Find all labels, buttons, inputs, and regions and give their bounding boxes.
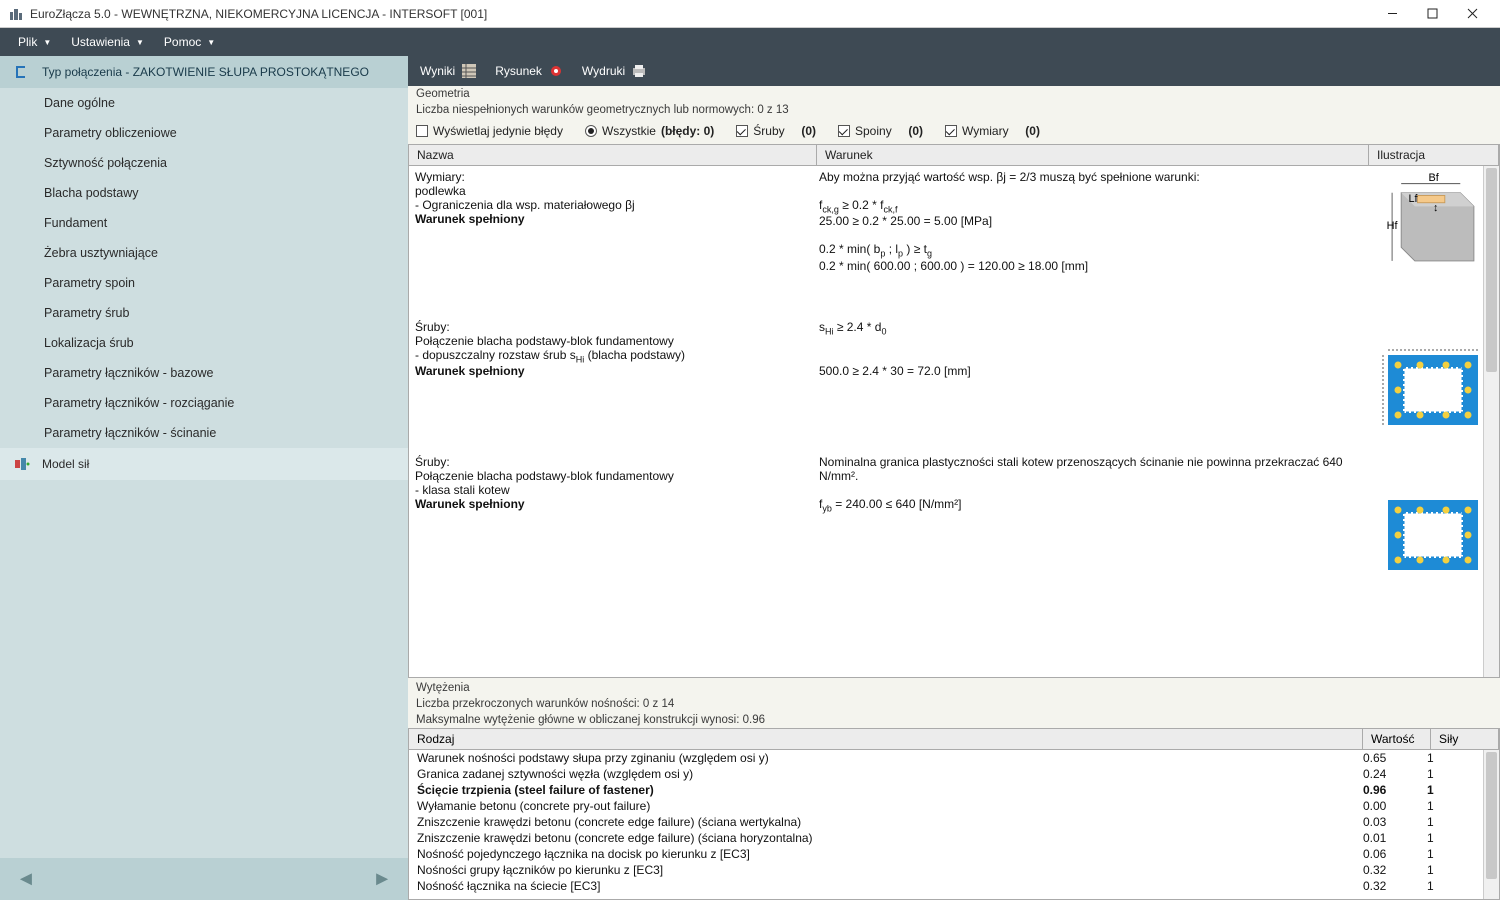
sidebar-header[interactable]: Typ połączenia - ZAKOTWIENIE SŁUPA PROST… [0, 56, 408, 88]
sidebar-item[interactable]: Żebra usztywniające [0, 238, 408, 268]
illustration-baseplate-icon [1378, 340, 1488, 440]
forces-model-icon [14, 456, 30, 472]
titlebar: EuroZłącza 5.0 - WEWNĘTRZNA, NIEKOMERCYJ… [0, 0, 1500, 28]
table-row: Granica zadanej sztywności węzła (względ… [409, 766, 1499, 782]
svg-text:Bf: Bf [1428, 172, 1439, 184]
col-warunek[interactable]: Warunek [817, 145, 1369, 165]
sidebar-item[interactable]: Parametry śrub [0, 298, 408, 328]
col-rodzaj[interactable]: Rodzaj [409, 729, 1363, 749]
window-controls [1372, 2, 1492, 26]
table-row: Nośność pojedynczego łącznika na docisk … [409, 846, 1499, 862]
table-row: Nośność łącznika na ściecie [EC3]0.321 [409, 878, 1499, 894]
wyt-title: Wytężenia [408, 680, 1500, 696]
menu-settings[interactable]: Ustawienia▼ [61, 31, 154, 53]
print-icon [631, 63, 647, 79]
close-button[interactable] [1452, 2, 1492, 26]
geometry-unmet: Liczba niespełnionych warunków geometryc… [408, 102, 1500, 118]
sidebar-item-model-sil[interactable]: Model sił [0, 448, 408, 480]
col-nazwa[interactable]: Nazwa [409, 145, 817, 165]
geometry-filters: Wyświetlaj jedynie błędy Wszystkie (błęd… [408, 118, 1500, 144]
table-row: Nośności grupy łączników po kierunku z [… [409, 862, 1499, 878]
sidebar-item[interactable]: Parametry obliczeniowe [0, 118, 408, 148]
sidebar-item[interactable]: Blacha podstawy [0, 178, 408, 208]
menu-file[interactable]: Plik▼ [8, 31, 61, 53]
svg-text:Lf: Lf [1408, 193, 1418, 205]
scrollbar[interactable] [1483, 166, 1499, 677]
table-row: Zniszczenie krawędzi betonu (concrete ed… [409, 814, 1499, 830]
nav-next-icon[interactable]: ► [372, 868, 392, 891]
title-text: EuroZłącza 5.0 - WEWNĘTRZNA, NIEKOMERCYJ… [30, 7, 1372, 21]
menu-help[interactable]: Pomoc▼ [154, 31, 225, 53]
content: Wyniki Rysunek Wydruki Geometria Liczba … [408, 56, 1500, 900]
table-row: Śruby:Połączenie blacha podstawy-blok fu… [409, 316, 1499, 451]
wyt-l2: Maksymalne wytężenie główne w obliczanej… [408, 712, 1500, 728]
svg-text:Hf: Hf [1387, 220, 1399, 232]
sidebar-item[interactable]: Parametry spoin [0, 268, 408, 298]
geometry-table: Nazwa Warunek Ilustracja Wymiary:podlewk… [408, 144, 1500, 678]
results-icon [461, 63, 477, 79]
sidebar: Typ połączenia - ZAKOTWIENIE SŁUPA PROST… [0, 56, 408, 900]
sidebar-item[interactable]: Sztywność połączenia [0, 148, 408, 178]
menubar: Plik▼ Ustawienia▼ Pomoc▼ [0, 28, 1500, 56]
wytezenia-panel: Wytężenia Liczba przekroczonych warunków… [408, 680, 1500, 900]
sidebar-nav: ◄ ► [0, 858, 408, 900]
table-row: Wyłamanie betonu (concrete pry-out failu… [409, 798, 1499, 814]
geometry-table-body[interactable]: Wymiary:podlewka- Ograniczenia dla wsp. … [409, 166, 1499, 677]
table-row: Ścięcie trzpienia (steel failure of fast… [409, 782, 1499, 798]
col-ilustracja[interactable]: Ilustracja [1369, 145, 1499, 165]
tool-wydruki[interactable]: Wydruki [582, 63, 647, 79]
table-row: Śruby:Połączenie blacha podstawy-blok fu… [409, 451, 1499, 589]
tool-rysunek[interactable]: Rysunek [495, 63, 564, 79]
drawing-icon [548, 63, 564, 79]
col-sily[interactable]: Siły [1431, 729, 1499, 749]
wyt-table-body[interactable]: Warunek nośności podstawy słupa przy zgi… [408, 750, 1500, 900]
sidebar-item[interactable]: Fundament [0, 208, 408, 238]
nav-prev-icon[interactable]: ◄ [16, 868, 36, 891]
tool-wyniki[interactable]: Wyniki [420, 63, 477, 79]
chk-errors-only[interactable]: Wyświetlaj jedynie błędy [416, 124, 563, 138]
col-wartosc[interactable]: Wartość [1363, 729, 1431, 749]
app-icon [8, 6, 24, 22]
chk-sruby[interactable]: Śruby (0) [736, 124, 816, 138]
svg-text:↕: ↕ [1433, 202, 1438, 214]
sidebar-item[interactable]: Dane ogólne [0, 88, 408, 118]
wyt-l1: Liczba przekroczonych warunków nośności:… [408, 696, 1500, 712]
scrollbar[interactable] [1483, 750, 1499, 899]
radio-all[interactable]: Wszystkie (błędy: 0) [585, 124, 714, 138]
sidebar-item[interactable]: Parametry łączników - bazowe [0, 358, 408, 388]
connection-type-icon [14, 64, 30, 80]
minimize-button[interactable] [1372, 2, 1412, 26]
maximize-button[interactable] [1412, 2, 1452, 26]
illustration-baseplate-icon [1378, 485, 1488, 585]
table-row: Zniszczenie krawędzi betonu (concrete ed… [409, 830, 1499, 846]
geometry-title: Geometria [408, 86, 1500, 102]
illustration-foundation-icon: Bf Hf Lf ↕ [1378, 170, 1488, 270]
chk-spoiny[interactable]: Spoiny (0) [838, 124, 923, 138]
sidebar-item[interactable]: Parametry łączników - rozciąganie [0, 388, 408, 418]
table-row: Wymiary:podlewka- Ograniczenia dla wsp. … [409, 166, 1499, 316]
sidebar-item[interactable]: Lokalizacja śrub [0, 328, 408, 358]
chk-wymiary[interactable]: Wymiary (0) [945, 124, 1040, 138]
content-toolbar: Wyniki Rysunek Wydruki [408, 56, 1500, 86]
table-row: Warunek nośności podstawy słupa przy zgi… [409, 750, 1499, 766]
sidebar-item[interactable]: Parametry łączników - ścinanie [0, 418, 408, 448]
